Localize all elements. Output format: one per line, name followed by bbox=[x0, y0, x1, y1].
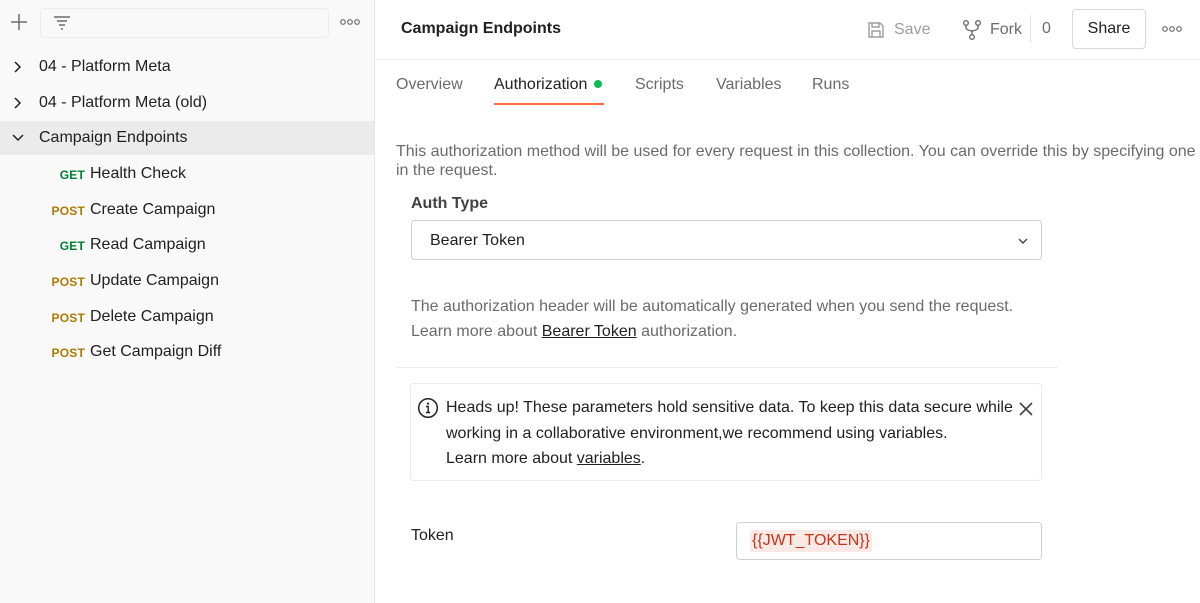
alert-learn-suffix: . bbox=[640, 450, 646, 467]
request-label: Update Campaign bbox=[90, 272, 219, 289]
tab-scripts[interactable]: Scripts bbox=[635, 76, 684, 106]
auth-description: This authorization method will be used f… bbox=[396, 143, 1196, 179]
fork-divider bbox=[1030, 15, 1031, 43]
active-tab-indicator bbox=[494, 103, 604, 105]
tree-item-platform-meta-old[interactable]: 04 - Platform Meta (old) bbox=[0, 86, 374, 120]
bearer-token-link[interactable]: Bearer Token bbox=[542, 323, 637, 340]
close-icon[interactable] bbox=[1017, 400, 1035, 418]
tab-label: Authorization bbox=[494, 76, 588, 93]
filter-input[interactable] bbox=[40, 8, 329, 38]
sidebar-more-icon[interactable] bbox=[338, 14, 362, 30]
header-divider bbox=[376, 59, 1200, 60]
sidebar-toolbar bbox=[0, 0, 375, 46]
tab-variables[interactable]: Variables bbox=[716, 76, 782, 106]
page-title: Campaign Endpoints bbox=[401, 20, 561, 37]
sidebar: 04 - Platform Meta 04 - Platform Meta (o… bbox=[0, 0, 375, 603]
method-badge: POST bbox=[51, 204, 85, 218]
token-variable: {{JWT_TOKEN}} bbox=[750, 530, 872, 552]
chevron-down-icon bbox=[1018, 238, 1028, 244]
chevron-down-icon bbox=[12, 134, 24, 142]
fork-button[interactable]: Fork bbox=[962, 16, 1022, 44]
tree-item-platform-meta[interactable]: 04 - Platform Meta bbox=[0, 50, 374, 84]
auth-type-value: Bearer Token bbox=[430, 232, 525, 249]
alert-message: Heads up! These parameters hold sensitiv… bbox=[446, 399, 1013, 442]
auth-type-label: Auth Type bbox=[411, 195, 489, 212]
request-read-campaign[interactable]: GET Read Campaign bbox=[0, 228, 374, 262]
save-icon bbox=[868, 22, 884, 38]
request-create-campaign[interactable]: POST Create Campaign bbox=[0, 193, 374, 227]
info-icon bbox=[417, 397, 439, 419]
request-label: Delete Campaign bbox=[90, 308, 214, 325]
status-dot bbox=[594, 80, 603, 88]
filter-icon bbox=[54, 16, 70, 30]
chevron-right-icon bbox=[14, 61, 22, 73]
sensitive-data-alert: Heads up! These parameters hold sensitiv… bbox=[410, 383, 1042, 481]
add-icon[interactable] bbox=[8, 11, 30, 33]
tree-item-label: 04 - Platform Meta bbox=[39, 58, 171, 75]
variables-link[interactable]: variables bbox=[577, 450, 641, 467]
token-label: Token bbox=[411, 527, 454, 544]
auth-type-select[interactable]: Bearer Token bbox=[411, 220, 1042, 260]
info-suffix: authorization. bbox=[636, 323, 738, 340]
method-badge: GET bbox=[59, 168, 85, 182]
request-health-check[interactable]: GET Health Check bbox=[0, 157, 374, 191]
method-badge: POST bbox=[51, 346, 85, 360]
info-prefix: Learn more about bbox=[411, 323, 542, 340]
method-badge: GET bbox=[59, 239, 85, 253]
chevron-right-icon bbox=[14, 97, 22, 109]
request-get-campaign-diff[interactable]: POST Get Campaign Diff bbox=[0, 335, 374, 369]
main-panel: Campaign Endpoints Save Fork 0 Share Ove… bbox=[376, 0, 1200, 603]
method-badge: POST bbox=[51, 311, 85, 325]
tab-authorization[interactable]: Authorization bbox=[494, 76, 603, 106]
section-divider bbox=[396, 367, 1058, 368]
tab-overview[interactable]: Overview bbox=[396, 76, 463, 106]
tree-item-campaign-endpoints[interactable]: Campaign Endpoints bbox=[0, 121, 374, 155]
request-label: Read Campaign bbox=[90, 236, 206, 253]
save-button[interactable]: Save bbox=[866, 16, 930, 44]
more-options-icon[interactable] bbox=[1160, 21, 1184, 37]
tab-runs[interactable]: Runs bbox=[812, 76, 849, 106]
request-delete-campaign[interactable]: POST Delete Campaign bbox=[0, 300, 374, 334]
tree-item-label: 04 - Platform Meta (old) bbox=[39, 94, 208, 111]
alert-learn-prefix: Learn more about bbox=[446, 450, 577, 467]
request-update-campaign[interactable]: POST Update Campaign bbox=[0, 264, 374, 298]
auth-info-line2: Learn more about Bearer Token authorizat… bbox=[411, 319, 1013, 344]
share-button[interactable]: Share bbox=[1072, 9, 1146, 49]
tree-item-label: Campaign Endpoints bbox=[39, 129, 188, 146]
request-label: Get Campaign Diff bbox=[90, 343, 222, 360]
fork-count[interactable]: 0 bbox=[1042, 20, 1051, 38]
auth-info-line1: The authorization header will be automat… bbox=[411, 298, 1014, 315]
auth-info: The authorization header will be automat… bbox=[411, 294, 1013, 344]
fork-label: Fork bbox=[990, 21, 1022, 38]
token-input[interactable]: {{JWT_TOKEN}} bbox=[736, 522, 1042, 560]
alert-text: Heads up! These parameters hold sensitiv… bbox=[446, 395, 1016, 472]
request-label: Health Check bbox=[90, 165, 187, 182]
fork-icon bbox=[963, 20, 981, 40]
method-badge: POST bbox=[51, 275, 85, 289]
save-label: Save bbox=[894, 21, 931, 38]
request-label: Create Campaign bbox=[90, 201, 216, 218]
